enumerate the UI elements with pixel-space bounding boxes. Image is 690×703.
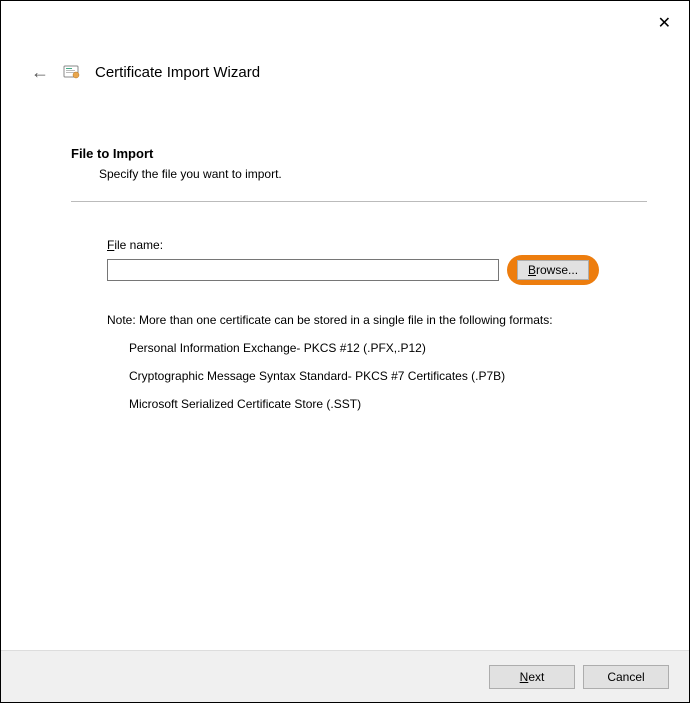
cancel-button[interactable]: Cancel	[583, 665, 669, 689]
next-button[interactable]: Next	[489, 665, 575, 689]
wizard-title: Certificate Import Wizard	[95, 64, 260, 81]
certificate-icon	[63, 63, 81, 81]
format-item: Cryptographic Message Syntax Standard- P…	[129, 369, 647, 383]
file-name-input[interactable]	[107, 259, 499, 281]
section-heading: File to Import	[71, 146, 647, 161]
format-item: Personal Information Exchange- PKCS #12 …	[129, 341, 647, 355]
format-item: Microsoft Serialized Certificate Store (…	[129, 397, 647, 411]
back-arrow-icon[interactable]: ←	[31, 63, 49, 81]
footer: Next Cancel	[1, 650, 689, 702]
browse-button[interactable]: Browse...	[517, 260, 589, 280]
divider	[71, 201, 647, 202]
file-name-label: File name:	[107, 238, 647, 252]
section-subheading: Specify the file you want to import.	[99, 167, 647, 181]
browse-highlight: Browse...	[507, 255, 599, 285]
close-icon[interactable]: ✕	[658, 15, 671, 32]
note-intro: Note: More than one certificate can be s…	[107, 313, 647, 327]
